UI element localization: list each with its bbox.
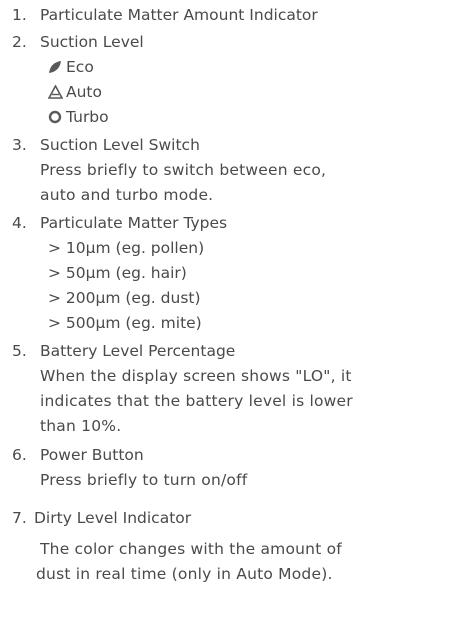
- item-title: Power Button: [40, 446, 144, 464]
- item-number: 4.: [12, 214, 27, 232]
- item-number: 3.: [12, 136, 27, 154]
- legend-item-5: 5. Battery Level Percentage When the disp…: [12, 339, 447, 439]
- auto-triangle-icon: [48, 85, 66, 99]
- item-number: 2.: [12, 33, 27, 51]
- item-description-line: Press briefly to turn on/off: [40, 471, 248, 489]
- item-title: Suction Level: [40, 33, 144, 51]
- item-title: Particulate Matter Amount Indicator: [40, 6, 318, 24]
- mode-turbo: Turbo: [12, 105, 447, 130]
- mode-label: Auto: [66, 83, 102, 101]
- item-description-line: When the display screen shows "LO", it: [40, 367, 352, 385]
- item-number: 7.: [12, 509, 27, 527]
- item-description-line: auto and turbo mode.: [40, 186, 214, 204]
- item-number: 1.: [12, 6, 27, 24]
- leaf-icon: [48, 60, 66, 74]
- type-line: > 200μm (eg. dust): [48, 289, 201, 307]
- type-line: > 500μm (eg. mite): [48, 314, 202, 332]
- item-number: 6.: [12, 446, 27, 464]
- mode-label: Eco: [66, 58, 94, 76]
- mode-auto: Auto: [12, 80, 447, 105]
- legend-item-6: 6. Power Button Press briefly to turn on/…: [12, 443, 447, 493]
- item-description-line: Press briefly to switch between eco,: [40, 161, 327, 179]
- legend-item-2: 2. Suction Level Eco Auto Turbo: [12, 30, 447, 130]
- legend-item-7: 7. Dirty Level Indicator The color change…: [12, 506, 447, 587]
- mode-label: Turbo: [66, 108, 109, 126]
- legend-item-1: 1. Particulate Matter Amount Indicator: [12, 3, 447, 28]
- legend-item-3: 3. Suction Level Switch Press briefly to …: [12, 133, 447, 208]
- item-description-line: The color changes with the amount of: [40, 540, 342, 558]
- item-description-line: dust in real time (only in Auto Mode).: [36, 565, 333, 583]
- mode-eco: Eco: [12, 55, 447, 80]
- turbo-ring-icon: [48, 110, 66, 124]
- type-line: > 10μm (eg. pollen): [48, 239, 205, 257]
- item-title: Suction Level Switch: [40, 136, 200, 154]
- item-description-line: than 10%.: [40, 417, 122, 435]
- item-title: Battery Level Percentage: [40, 342, 236, 360]
- item-description-line: indicates that the battery level is lowe…: [40, 392, 353, 410]
- legend-item-4: 4. Particulate Matter Types > 10μm (eg. p…: [12, 211, 447, 336]
- item-title: Dirty Level Indicator: [34, 509, 192, 527]
- manual-legend: 1. Particulate Matter Amount Indicator 2.…: [0, 0, 453, 624]
- item-title: Particulate Matter Types: [40, 214, 228, 232]
- type-line: > 50μm (eg. hair): [48, 264, 187, 282]
- item-number: 5.: [12, 342, 27, 360]
